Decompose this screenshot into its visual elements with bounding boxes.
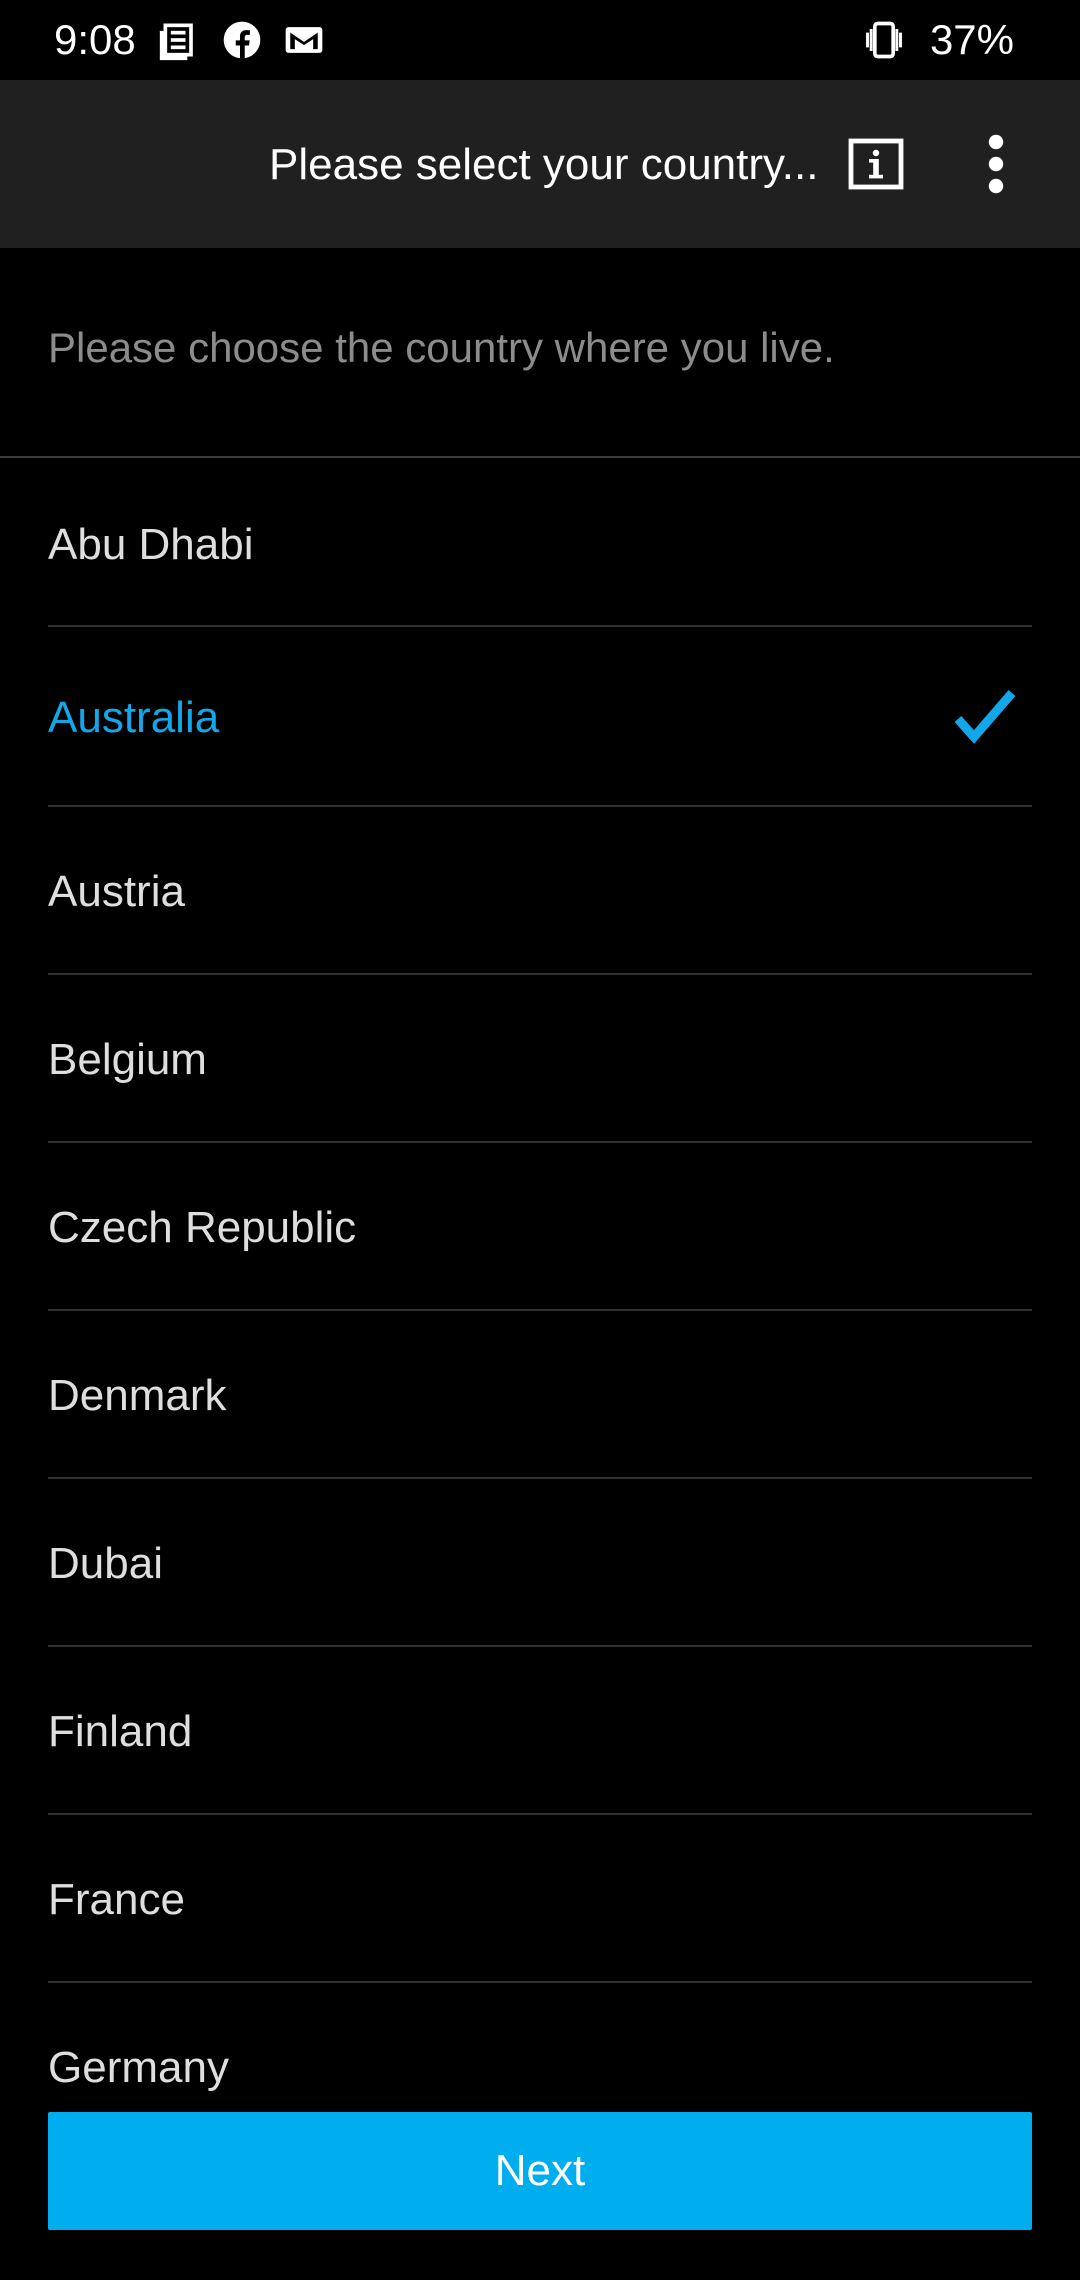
next-button[interactable]: Next xyxy=(48,2112,1032,2230)
overflow-menu-icon xyxy=(988,134,1004,194)
country-item-czech-republic[interactable]: Czech Republic xyxy=(48,1143,1032,1311)
country-label: France xyxy=(48,1875,185,1924)
page-title: Please select your country... xyxy=(269,140,819,189)
country-label: Dubai xyxy=(48,1539,163,1588)
country-item-austria[interactable]: Austria xyxy=(48,807,1032,975)
country-label: Abu Dhabi xyxy=(48,520,254,569)
country-item-france[interactable]: France xyxy=(48,1815,1032,1983)
country-label: Germany xyxy=(48,2043,229,2092)
country-item-abu-dhabi[interactable]: Abu Dhabi xyxy=(48,458,1032,627)
news-icon xyxy=(158,18,202,62)
country-label: Denmark xyxy=(48,1371,227,1420)
country-item-dubai[interactable]: Dubai xyxy=(48,1479,1032,1647)
gmail-icon xyxy=(282,18,326,62)
status-bar: 9:08 37% xyxy=(0,0,1080,80)
battery-percentage: 37% xyxy=(929,16,1014,63)
app-bar: Please select your country... xyxy=(0,80,1080,248)
checkmark-icon xyxy=(954,689,1016,745)
info-button[interactable] xyxy=(848,138,904,190)
status-time: 9:08 xyxy=(54,16,136,63)
country-label: Belgium xyxy=(48,1035,207,1084)
vibrate-icon xyxy=(862,18,906,62)
country-label: Finland xyxy=(48,1707,193,1756)
overflow-menu-button[interactable] xyxy=(966,132,1026,196)
status-notification-icons xyxy=(158,18,326,62)
country-item-finland[interactable]: Finland xyxy=(48,1647,1032,1815)
country-item-belgium[interactable]: Belgium xyxy=(48,975,1032,1143)
country-item-denmark[interactable]: Denmark xyxy=(48,1311,1032,1479)
status-system-icons: 37% xyxy=(862,14,1014,66)
country-label: Australia xyxy=(48,693,220,742)
info-icon xyxy=(848,138,904,190)
intro-text: Please choose the country where you live… xyxy=(48,324,835,371)
country-label: Czech Republic xyxy=(48,1203,357,1252)
country-label: Austria xyxy=(48,867,185,916)
facebook-icon xyxy=(220,18,264,62)
country-item-australia[interactable]: Australia xyxy=(48,627,1032,807)
